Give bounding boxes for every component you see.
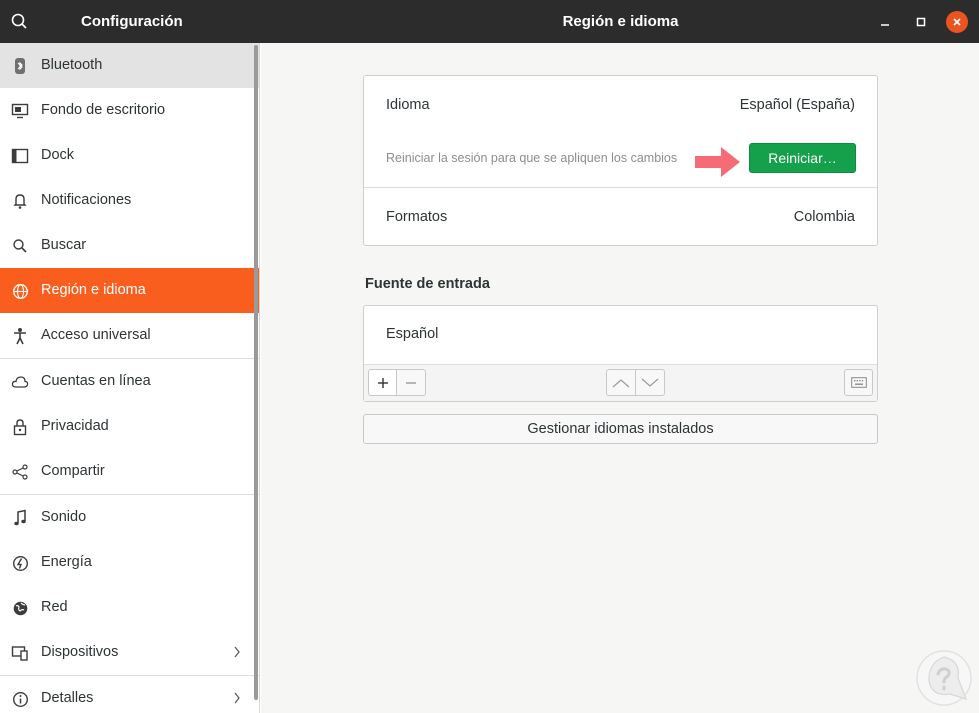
sidebar-item-universal-access[interactable]: Acceso universal — [0, 313, 259, 358]
main-panel: Idioma Español (España) Reiniciar la ses… — [261, 43, 979, 713]
network-icon — [11, 599, 29, 617]
maximize-icon — [916, 17, 926, 27]
sidebar-item-bluetooth[interactable]: Bluetooth — [0, 43, 259, 88]
sidebar-item-region-language[interactable]: Región e idioma — [0, 268, 259, 313]
sidebar-item-online-accounts[interactable]: Cuentas en línea — [0, 359, 259, 404]
add-input-source-button[interactable] — [368, 369, 397, 396]
share-icon — [11, 463, 29, 481]
language-label: Idioma — [386, 97, 430, 113]
sidebar-item-label: Cuentas en línea — [41, 373, 151, 389]
formats-label: Formatos — [386, 209, 448, 225]
sidebar-item-label: Privacidad — [41, 418, 109, 434]
sidebar-item-label: Notificaciones — [41, 192, 132, 208]
sidebar-item-dock[interactable]: Dock — [0, 133, 259, 178]
manage-languages-button[interactable]: Gestionar idiomas instalados — [363, 414, 878, 444]
details-icon — [11, 690, 29, 708]
sidebar-item-label: Acceso universal — [41, 327, 151, 343]
lock-icon — [11, 418, 29, 436]
bell-icon — [11, 192, 29, 210]
minimize-icon — [881, 24, 889, 26]
plus-icon — [377, 377, 388, 388]
sidebar-item-devices[interactable]: Dispositivos — [0, 630, 259, 675]
input-sources-toolbar — [364, 364, 877, 401]
keyboard-icon — [850, 377, 867, 388]
sidebar-item-label: Dispositivos — [41, 644, 119, 660]
sidebar-item-search[interactable]: Buscar — [0, 223, 259, 268]
sidebar-scrollbar[interactable] — [254, 45, 258, 700]
accessibility-icon — [11, 327, 29, 345]
sidebar-item-label: Fondo de escritorio — [41, 102, 166, 118]
sidebar-item-background[interactable]: Fondo de escritorio — [0, 88, 259, 133]
sidebar-item-sound[interactable]: Sonido — [0, 495, 259, 540]
sidebar-item-label: Bluetooth — [41, 57, 103, 73]
sidebar-item-privacy[interactable]: Privacidad — [0, 404, 259, 449]
chevron-right-icon — [232, 690, 242, 706]
dock-icon — [11, 147, 29, 165]
watermark-logo — [916, 650, 972, 706]
music-note-icon — [11, 509, 29, 527]
remove-input-source-button[interactable] — [396, 369, 426, 396]
language-card: Idioma Español (España) Reiniciar la ses… — [363, 75, 878, 246]
restart-button[interactable]: Reiniciar… — [749, 143, 856, 173]
sidebar-item-details[interactable]: Detalles — [0, 676, 259, 713]
search-button[interactable] — [10, 12, 30, 32]
chevron-up-icon — [612, 378, 630, 387]
globe-icon — [11, 282, 29, 300]
close-button[interactable] — [946, 11, 968, 33]
app-title: Configuración — [81, 13, 183, 30]
power-icon — [11, 554, 29, 572]
restart-hint: Reiniciar la sesión para que se apliquen… — [386, 151, 678, 165]
sidebar-item-notifications[interactable]: Notificaciones — [0, 178, 259, 223]
sidebar-item-label: Compartir — [41, 463, 105, 479]
sidebar-item-label: Red — [41, 599, 68, 615]
sidebar-item-label: Buscar — [41, 237, 87, 253]
keyboard-layout-button[interactable] — [844, 369, 873, 396]
sidebar-item-network[interactable]: Red — [0, 585, 259, 630]
desktop-background-icon — [11, 102, 29, 120]
card-divider — [364, 187, 877, 188]
search-icon — [11, 13, 27, 29]
language-value[interactable]: Español (España) — [740, 97, 855, 113]
sidebar-item-sharing[interactable]: Compartir — [0, 449, 259, 494]
move-down-button[interactable] — [635, 369, 665, 396]
sidebar-item-label: Sonido — [41, 509, 87, 525]
maximize-button[interactable] — [910, 11, 932, 33]
sidebar-item-label: Región e idioma — [41, 282, 146, 298]
input-sources-title: Fuente de entrada — [365, 276, 490, 292]
title-bar: Configuración Región e idioma — [0, 0, 979, 43]
formats-value[interactable]: Colombia — [794, 209, 855, 225]
search-icon — [11, 237, 29, 255]
input-sources-card: Español — [363, 305, 878, 402]
close-icon — [953, 18, 961, 26]
move-up-button[interactable] — [606, 369, 636, 396]
chevron-down-icon — [641, 378, 659, 387]
annotation-arrow-icon — [695, 147, 740, 177]
chevron-right-icon — [232, 644, 242, 660]
sidebar-item-label: Energía — [41, 554, 92, 570]
input-source-item[interactable]: Español — [386, 326, 438, 342]
minus-icon — [406, 381, 416, 384]
cloud-icon — [11, 373, 29, 391]
sidebar: Bluetooth Fondo de escritorio Dock Notif… — [0, 43, 260, 713]
bluetooth-icon — [11, 57, 29, 75]
sidebar-item-label: Detalles — [41, 690, 94, 706]
sidebar-item-label: Dock — [41, 147, 75, 163]
sidebar-item-power[interactable]: Energía — [0, 540, 259, 585]
devices-icon — [11, 644, 29, 662]
minimize-button[interactable] — [874, 11, 896, 33]
